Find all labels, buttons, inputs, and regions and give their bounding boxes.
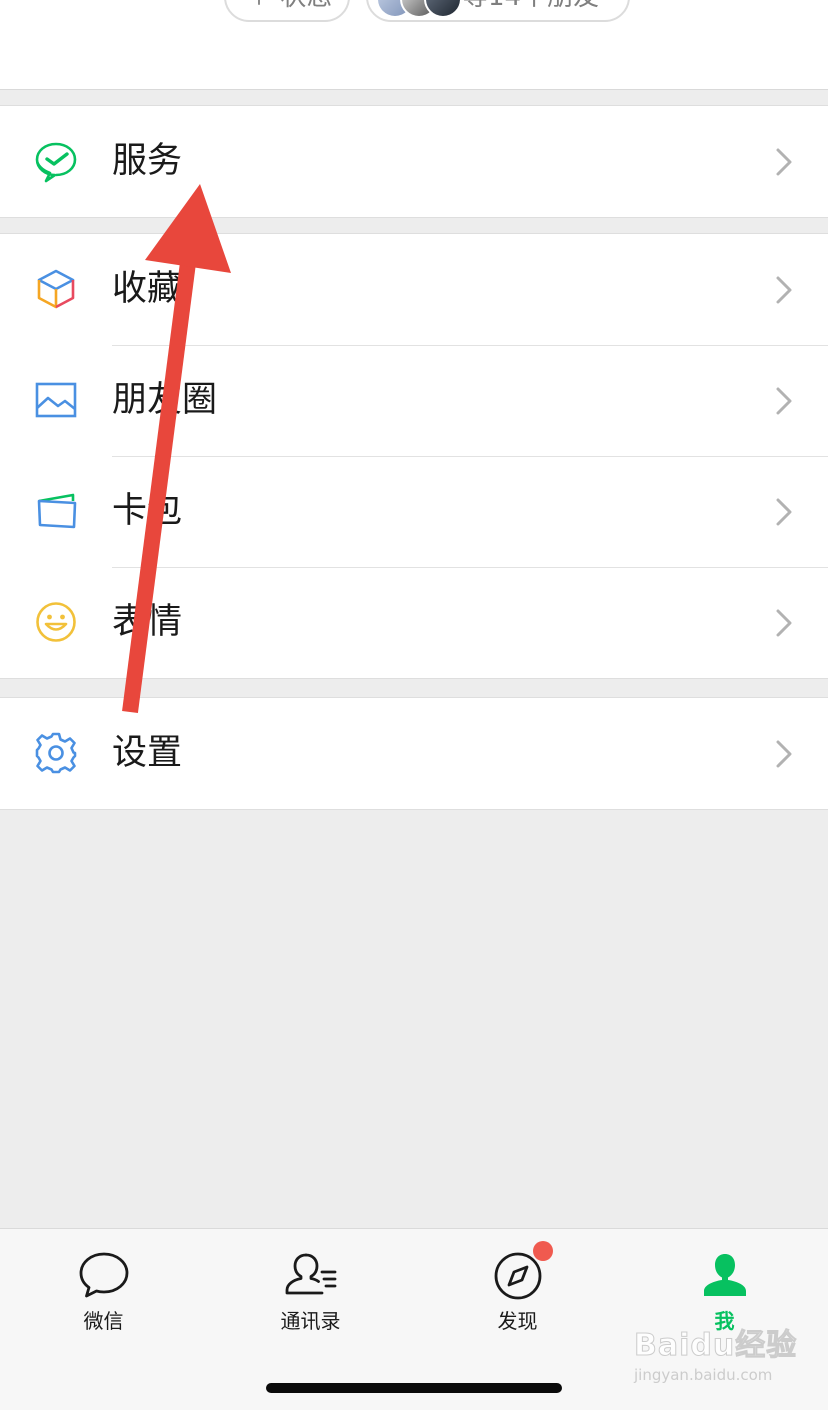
menu-item-favorites[interactable]: 收藏 — [0, 234, 828, 345]
menu-item-cards[interactable]: 卡包 — [0, 456, 828, 567]
tab-label-contacts: 通讯录 — [280, 1309, 341, 1333]
gear-icon — [35, 732, 77, 774]
menu-item-settings[interactable]: 设置 — [0, 698, 828, 809]
tab-discover[interactable]: 发现 — [414, 1229, 621, 1349]
menu-label-services: 服务 — [112, 141, 183, 181]
menu-label-cards: 卡包 — [112, 491, 183, 531]
friends-status-button[interactable]: 等14个朋友 — [366, 0, 630, 22]
menu-item-stickers[interactable]: 表情 — [0, 567, 828, 678]
card-wallet-icon — [37, 493, 77, 529]
menu-label-moments: 朋友圈 — [112, 380, 218, 420]
friend-avatar — [424, 0, 462, 18]
chevron-right-icon — [776, 740, 792, 768]
chat-bubble-icon — [79, 1252, 129, 1298]
tab-label-discover: 发现 — [497, 1309, 538, 1333]
contacts-icon — [285, 1253, 337, 1295]
chevron-right-icon — [776, 609, 792, 637]
menu-label-favorites: 收藏 — [112, 269, 183, 309]
menu-item-moments[interactable]: 朋友圈 — [0, 345, 828, 456]
chevron-right-icon — [776, 148, 792, 176]
chevron-right-icon — [776, 498, 792, 526]
smiley-icon — [36, 602, 76, 642]
service-check-icon — [35, 142, 77, 183]
menu-item-services[interactable]: 服务 — [0, 106, 828, 217]
discover-badge-dot — [533, 1241, 553, 1261]
menu-label-settings: 设置 — [112, 733, 183, 773]
settings-group: 设置 — [0, 697, 828, 810]
tab-chats[interactable]: 微信 — [0, 1229, 207, 1349]
menu-label-stickers: 表情 — [112, 602, 183, 642]
cube-icon — [37, 269, 75, 309]
watermark-brand: Baidu经验 — [634, 1328, 798, 1364]
features-group: 收藏 朋友圈 卡包 表情 — [0, 233, 828, 679]
profile-header: ＋ 状态 等14个朋友 — [0, 0, 828, 90]
baidu-watermark: Baidu经验 jingyan.baidu.com — [634, 1312, 814, 1392]
services-group: 服务 — [0, 105, 828, 218]
chevron-right-icon — [776, 387, 792, 415]
person-icon — [704, 1254, 746, 1296]
chevron-right-icon — [776, 276, 792, 304]
home-indicator[interactable] — [266, 1383, 562, 1393]
add-status-button[interactable]: ＋ 状态 — [224, 0, 350, 22]
picture-icon — [35, 382, 77, 418]
tab-contacts[interactable]: 通讯录 — [207, 1229, 414, 1349]
watermark-url: jingyan.baidu.com — [634, 1366, 773, 1384]
friends-status-label: 等14个朋友 — [462, 0, 599, 12]
tab-label-chats: 微信 — [83, 1309, 124, 1333]
add-status-label: ＋ 状态 — [246, 0, 332, 12]
